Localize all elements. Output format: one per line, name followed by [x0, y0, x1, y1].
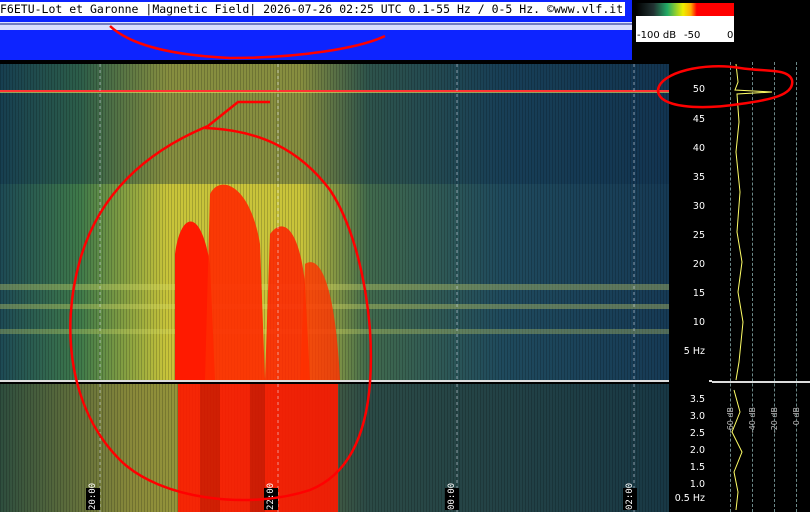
freq-tick: 20: [692, 259, 705, 270]
spectrogram-view: F6ETU-Lot et Garonne |Magnetic Field| 20…: [0, 0, 810, 512]
spectrum-tick: 0 dB: [792, 407, 801, 426]
colorbar: [636, 3, 734, 16]
header-bar: F6ETU-Lot et Garonne |Magnetic Field| 20…: [0, 0, 632, 60]
frequency-axis: 50 45 40 35 30 25 20 15 10 5 Hz 3.5 3.0 …: [669, 62, 709, 512]
upper-spectrogram: [0, 64, 669, 380]
time-tick: 22:00: [264, 482, 278, 510]
freq-tick: 3.5: [689, 394, 705, 405]
freq-tick: 35: [692, 172, 705, 183]
freq-tick: 25: [692, 230, 705, 241]
spectrum-panel: -60 dB -40 dB -20 dB 0 dB: [712, 62, 810, 512]
time-tick: 00:00: [445, 482, 459, 510]
time-tick: 20:00: [86, 482, 100, 510]
lower-spectrogram: [0, 384, 669, 512]
freq-tick: 0.5 Hz: [674, 493, 705, 504]
freq-tick: 15: [692, 288, 705, 299]
time-tick: 02:00: [623, 482, 637, 510]
spectrum-tick: -40 dB: [748, 407, 757, 434]
amplitude-trace: [0, 22, 632, 30]
freq-tick: 50: [692, 84, 705, 95]
freq-tick: 45: [692, 114, 705, 125]
freq-tick: 30: [692, 201, 705, 212]
spectrum-trace: [712, 63, 810, 511]
spectrum-tick: -20 dB: [770, 407, 779, 434]
freq-tick: 2.5: [689, 428, 705, 439]
freq-tick: 1.5: [689, 462, 705, 473]
spectrum-tick: -60 dB: [726, 407, 735, 434]
freq-tick: 40: [692, 143, 705, 154]
freq-tick: 5 Hz: [683, 346, 705, 357]
freq-tick: 3.0: [689, 411, 705, 422]
colorbar-tick: -100 dB: [637, 30, 677, 41]
colorbar-tick: -50: [684, 30, 701, 41]
freq-tick: 2.0: [689, 445, 705, 456]
freq-tick: 10: [692, 317, 705, 328]
freq-tick: 1.0: [689, 479, 705, 490]
colorbar-tick: 0: [727, 30, 734, 41]
